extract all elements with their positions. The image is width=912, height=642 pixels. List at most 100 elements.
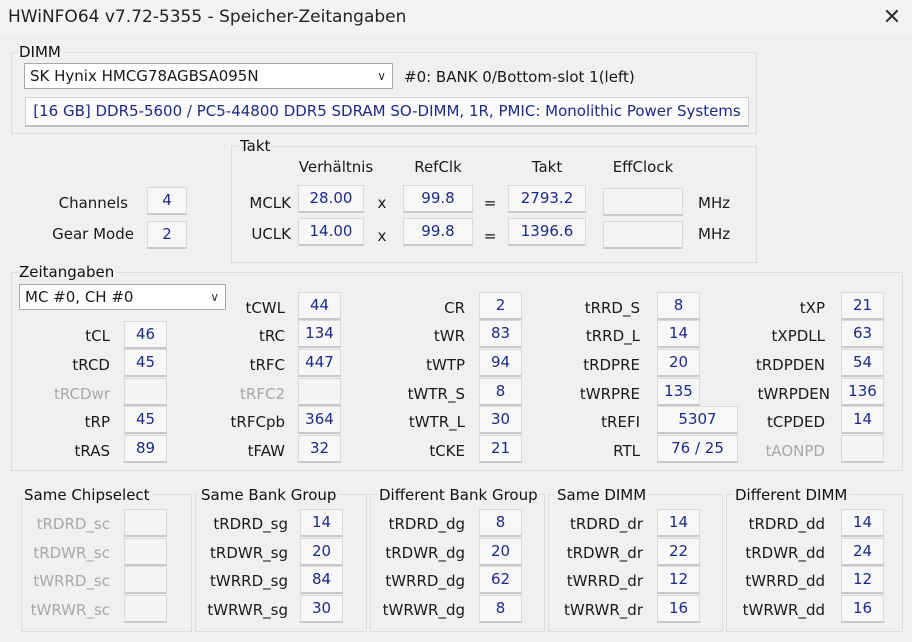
tWRRD_dg-value: 62 <box>479 566 522 594</box>
RTL-value: 76 / 25 <box>657 435 738 463</box>
tRRD_L-value: 14 <box>657 320 700 348</box>
tXP-value: 21 <box>841 292 884 320</box>
tRDRD_dr-value: 14 <box>657 509 700 537</box>
same-dimm-label: Same DIMM <box>555 486 649 504</box>
tFAW-label: tFAW <box>247 442 285 460</box>
tWRWR_sg-label: tWRWR_sg <box>207 601 288 619</box>
tWRPDEN-label: tWRPDEN <box>757 385 830 403</box>
uclk-refclk: 99.8 <box>403 218 473 246</box>
uclk-eq: = <box>483 227 497 245</box>
tRRD_S-value: 8 <box>657 292 700 320</box>
tRP-label: tRP <box>84 413 110 431</box>
uclk-label: UCLK <box>251 225 291 243</box>
tRDWR_sg-label: tRDWR_sg <box>210 544 288 562</box>
tWTR_S-label: tWTR_S <box>407 385 465 403</box>
tRCDwr-label: tRCDwr <box>53 385 110 403</box>
tRAS-label: tRAS <box>74 442 110 460</box>
CR-label: CR <box>444 299 465 317</box>
tRDWR_dr-value: 22 <box>657 538 700 566</box>
tRDRD_sc-value <box>124 509 167 537</box>
tRDRD_sc-label: tRDRD_sc <box>36 515 110 533</box>
tRDWR_dg-label: tRDWR_dg <box>385 544 465 562</box>
uclk-unit: MHz <box>698 225 731 243</box>
tAONPD-label: tAONPD <box>765 442 825 460</box>
same-bank-group-label: Same Bank Group <box>199 486 339 504</box>
tCPDED-value: 14 <box>841 406 884 434</box>
tRDRD_dg-value: 8 <box>479 509 522 537</box>
zeitangaben-group-label: Zeitangaben <box>17 263 117 281</box>
tRCDwr-value <box>124 378 167 406</box>
tWRRD_dd-value: 12 <box>841 566 884 594</box>
tRCD-label: tRCD <box>72 356 110 374</box>
RTL-label: RTL <box>613 442 640 460</box>
tRRD_S-label: tRRD_S <box>584 299 640 317</box>
tWRWR_dg-value: 8 <box>479 595 522 623</box>
channels-value: 4 <box>147 187 187 215</box>
tCL-label: tCL <box>85 327 110 345</box>
tRDPRE-label: tRDPRE <box>583 356 640 374</box>
tRFC2-value <box>298 378 341 406</box>
dimm-module-select[interactable]: SK Hynix HMCG78AGBSA095N ∨ <box>24 63 393 89</box>
tRDPDEN-value: 54 <box>841 349 884 377</box>
tWR-value: 83 <box>479 320 522 348</box>
tXPDLL-value: 63 <box>841 320 884 348</box>
mclk-effclock <box>603 188 683 216</box>
same-chipselect-label: Same Chipselect <box>22 486 152 504</box>
tRDRD_sg-label: tRDRD_sg <box>213 515 288 533</box>
channel-select-value: MC #0, CH #0 <box>25 288 134 306</box>
tWRWR_dr-label: tWRWR_dr <box>564 601 643 619</box>
tRRD_L-label: tRRD_L <box>585 327 640 345</box>
tWRRD_sg-label: tWRRD_sg <box>210 572 288 590</box>
tREFI-label: tREFI <box>601 413 640 431</box>
mclk-takt: 2793.2 <box>508 185 586 213</box>
channel-select[interactable]: MC #0, CH #0 ∨ <box>19 284 226 310</box>
different-dimm-label: Different DIMM <box>733 486 850 504</box>
tWRPRE-value: 135 <box>657 378 700 406</box>
dimm-module-value: SK Hynix HMCG78AGBSA095N <box>30 67 259 85</box>
chevron-down-icon: ∨ <box>377 69 386 83</box>
tRDPDEN-label: tRDPDEN <box>755 356 825 374</box>
tRDRD_sg-value: 14 <box>300 509 343 537</box>
tWRRD_sc-label: tWRRD_sc <box>33 572 110 590</box>
tWRWR_dd-value: 16 <box>841 595 884 623</box>
mclk-refclk: 99.8 <box>403 185 473 213</box>
tWRWR_dg-label: tWRWR_dg <box>382 601 465 619</box>
mclk-ratio: 28.00 <box>298 185 364 213</box>
tWTP-label: tWTP <box>426 356 465 374</box>
tXP-label: tXP <box>799 299 825 317</box>
tREFI-value: 5307 <box>657 406 738 434</box>
window-title: HWiNFO64 v7.72-5355 - Speicher-Zeitangab… <box>8 7 407 27</box>
tRAS-value: 89 <box>124 435 167 463</box>
tWRPRE-label: tWRPRE <box>579 385 640 403</box>
gear-mode-label: Gear Mode <box>52 225 134 243</box>
dimm-slot-info: #0: BANK 0/Bottom-slot 1(left) <box>404 68 635 86</box>
takt-header-refclk: RefClk <box>414 158 462 176</box>
tRDRD_dg-label: tRDRD_dg <box>388 515 465 533</box>
tRFC2-label: tRFC2 <box>240 385 285 403</box>
tCWL-value: 44 <box>298 292 341 320</box>
tRDPRE-value: 20 <box>657 349 700 377</box>
uclk-x: x <box>377 227 387 245</box>
tRFCpb-value: 364 <box>298 406 341 434</box>
uclk-takt: 1396.6 <box>508 218 586 246</box>
mclk-label: MCLK <box>249 194 291 212</box>
takt-header-takt: Takt <box>531 158 563 176</box>
uclk-ratio: 14.00 <box>298 218 364 246</box>
tWRWR_dd-label: tWRWR_dd <box>742 601 825 619</box>
takt-header-ratio: Verhältnis <box>298 158 374 176</box>
tWRRD_sg-value: 84 <box>300 566 343 594</box>
tFAW-value: 32 <box>298 435 341 463</box>
tRDRD_dr-label: tRDRD_dr <box>569 515 643 533</box>
tWTR_L-value: 30 <box>479 406 522 434</box>
tAONPD-value <box>841 435 884 463</box>
tWRRD_dd-label: tWRRD_dd <box>745 572 825 590</box>
tWR-label: tWR <box>433 327 465 345</box>
dimm-group-label: DIMM <box>17 43 63 61</box>
different-bank-group-label: Different Bank Group <box>377 486 540 504</box>
tCPDED-label: tCPDED <box>767 413 825 431</box>
uclk-effclock <box>603 221 683 249</box>
tRDRD_dd-label: tRDRD_dd <box>748 515 825 533</box>
dimm-details-button[interactable]: [16 GB] DDR5-5600 / PC5-44800 DDR5 SDRAM… <box>25 97 749 127</box>
close-icon[interactable]: ✕ <box>872 0 912 36</box>
tRDWR_dd-value: 24 <box>841 538 884 566</box>
